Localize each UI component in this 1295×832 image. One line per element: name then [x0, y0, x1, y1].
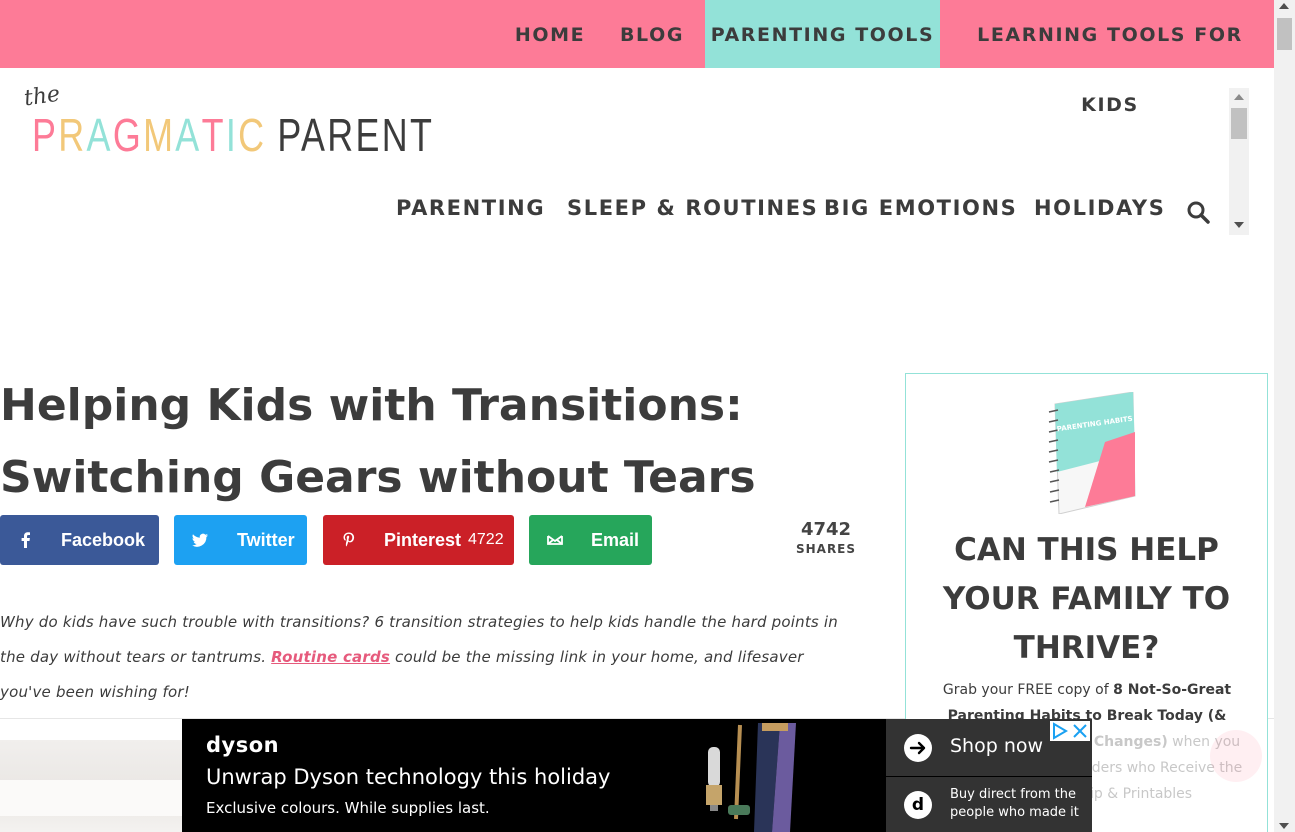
- pinterest-share-button[interactable]: Pinterest 4722: [323, 515, 514, 565]
- pinterest-label: Pinterest: [384, 530, 462, 550]
- email-icon: [547, 535, 563, 545]
- title-line-2: Switching Gears without Tears: [0, 452, 756, 503]
- twitter-icon: [192, 533, 208, 547]
- shop-now-button[interactable]: Shop now: [950, 735, 1043, 757]
- nav-parenting[interactable]: PARENTING: [396, 196, 545, 220]
- ebook-cover-image: PARENTING HABITS: [1048, 392, 1136, 514]
- scroll-thumb[interactable]: [1277, 18, 1292, 50]
- nav-sleep-routines[interactable]: SLEEP & ROUTINES: [567, 196, 818, 220]
- top-nav-parenting-tools[interactable]: PARENTING TOOLS: [705, 0, 940, 68]
- logo-letter: I: [225, 109, 239, 161]
- article-title: Helping Kids with Transitions: Switching…: [0, 370, 870, 514]
- top-nav-learning-tools[interactable]: LEARNING TOOLS FOR KIDS: [950, 0, 1270, 116]
- logo-letter: R: [58, 109, 87, 161]
- header-scroll-down-icon[interactable]: [1234, 222, 1244, 228]
- twitter-label: Twitter: [237, 530, 295, 550]
- page-scrollbar[interactable]: [1274, 0, 1295, 832]
- article-image: [0, 740, 182, 832]
- header-scroll-thumb[interactable]: [1231, 108, 1247, 139]
- ad-headline: Unwrap Dyson technology this holiday: [206, 765, 611, 789]
- logo-the[interactable]: the: [22, 82, 61, 112]
- sidebar-heading-text: CAN THIS HELP YOUR FAMILY TO THRIVE?: [942, 532, 1231, 666]
- logo-letter: T: [201, 109, 226, 161]
- main-nav: PARENTING SLEEP & ROUTINES BIG EMOTIONS …: [0, 196, 1180, 228]
- ad-brand: dyson: [206, 733, 280, 757]
- logo-parent: PARENT: [277, 109, 435, 161]
- sidebar-heading: CAN THIS HELP YOUR FAMILY TO THRIVE?: [905, 526, 1268, 673]
- title-line-1: Helping Kids with Transitions:: [0, 380, 743, 431]
- dyson-d-icon: d: [904, 791, 932, 819]
- site-logo[interactable]: PRAGMATIC PARENT: [32, 108, 434, 162]
- share-total-count: 4742: [800, 519, 852, 540]
- top-nav-blog[interactable]: BLOG: [606, 0, 698, 68]
- share-total: 4742 SHARES: [790, 519, 862, 556]
- logo-letter: A: [86, 109, 113, 161]
- top-nav-home[interactable]: HOME: [500, 0, 600, 68]
- routine-cards-link[interactable]: Routine cards: [271, 648, 390, 666]
- pinterest-count: 4722: [468, 531, 504, 548]
- share-total-label: SHARES: [795, 542, 857, 556]
- sidebar-text-bold-2: Changes): [1093, 734, 1168, 750]
- logo-letter: G: [112, 109, 144, 161]
- nav-holidays[interactable]: HOLIDAYS: [1034, 196, 1165, 220]
- logo-letter: M: [143, 109, 176, 161]
- scroll-up-arrow-icon[interactable]: [1279, 3, 1289, 9]
- floating-button[interactable]: [1210, 730, 1262, 782]
- logo-letter: A: [175, 109, 202, 161]
- ad-choices-close-icon[interactable]: [1050, 721, 1090, 741]
- nav-big-emotions[interactable]: BIG EMOTIONS: [824, 196, 1017, 220]
- search-icon[interactable]: [1186, 200, 1210, 224]
- ad-subtext: Exclusive colours. While supplies last.: [206, 799, 490, 817]
- dyson-products-image: [706, 723, 796, 832]
- facebook-share-button[interactable]: Facebook: [0, 515, 159, 565]
- sidebar-text-4: Tip & Printables: [1081, 786, 1193, 802]
- scroll-down-arrow-icon[interactable]: [1279, 823, 1289, 829]
- twitter-share-button[interactable]: Twitter: [174, 515, 307, 565]
- logo-letter: P: [32, 109, 59, 161]
- pinterest-icon: [343, 532, 355, 547]
- logo-letter: C: [238, 109, 267, 161]
- arrow-right-icon: [904, 734, 932, 762]
- top-bar: HOME BLOG PARENTING TOOLS LEARNING TOOLS…: [0, 0, 1274, 116]
- sidebar-text-1: Grab your FREE copy of: [942, 682, 1114, 698]
- dyson-ad-banner[interactable]: dyson Unwrap Dyson technology this holid…: [182, 719, 1092, 832]
- header-scrollbar[interactable]: [1229, 88, 1249, 235]
- logo-pragmatic: PRAGMATIC: [32, 108, 266, 162]
- email-share-button[interactable]: Email: [529, 515, 652, 565]
- email-label: Email: [591, 530, 640, 550]
- buy-direct-link[interactable]: Buy direct from the people who made it: [950, 786, 1090, 822]
- facebook-label: Facebook: [61, 530, 146, 550]
- facebook-icon: [21, 532, 30, 548]
- header-scroll-up-icon[interactable]: [1234, 94, 1244, 100]
- article-intro: Why do kids have such trouble with trans…: [0, 605, 850, 710]
